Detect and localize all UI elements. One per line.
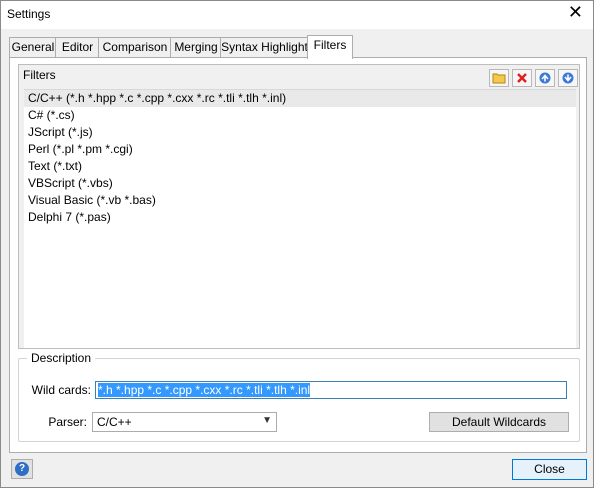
list-item[interactable]: C/C++ (*.h *.hpp *.c *.cpp *.cxx *.rc *.… — [24, 90, 576, 107]
move-down-button[interactable] — [558, 69, 578, 87]
filters-group-title: Filters — [23, 68, 56, 82]
wildcards-value: *.h *.hpp *.c *.cpp *.cxx *.rc *.tli *.t… — [98, 383, 311, 397]
tab-editor[interactable]: Editor — [55, 37, 100, 58]
tab-comparison[interactable]: Comparison — [98, 37, 172, 58]
list-item[interactable]: Text (*.txt) — [24, 158, 576, 175]
list-item[interactable]: JScript (*.js) — [24, 124, 576, 141]
title-bar: Settings ✕ — [1, 1, 593, 29]
parser-label: Parser: — [48, 415, 87, 429]
default-wildcards-button[interactable]: Default Wildcards — [429, 412, 569, 432]
wildcards-label: Wild cards: — [31, 383, 91, 397]
list-item[interactable]: Delphi 7 (*.pas) — [24, 209, 576, 226]
filters-list[interactable]: C/C++ (*.h *.hpp *.c *.cpp *.cxx *.rc *.… — [24, 89, 576, 348]
folder-icon — [492, 73, 506, 84]
list-item[interactable]: VBScript (*.vbs) — [24, 175, 576, 192]
filters-tab-panel: Filters C/C++ (*.h *.hpp *.c *.cpp *.cxx… — [9, 57, 587, 453]
description-title: Description — [27, 351, 96, 365]
list-item[interactable]: Perl (*.pl *.pm *.cgi) — [24, 141, 576, 158]
arrow-up-icon — [539, 72, 551, 84]
wildcards-input[interactable]: *.h *.hpp *.c *.cpp *.cxx *.rc *.tli *.t… — [95, 381, 567, 399]
delete-icon — [517, 73, 527, 83]
help-button[interactable]: ? — [11, 459, 33, 479]
tab-general[interactable]: General — [9, 37, 57, 58]
close-window-icon[interactable]: ✕ — [568, 4, 583, 22]
move-up-button[interactable] — [535, 69, 555, 87]
parser-value: C/C++ — [97, 415, 132, 429]
list-item[interactable]: C# (*.cs) — [24, 107, 576, 124]
help-icon: ? — [15, 462, 29, 476]
list-item[interactable]: Visual Basic (*.vb *.bas) — [24, 192, 576, 209]
parser-select[interactable]: C/C++ ▼ — [92, 412, 277, 432]
tab-syntax-highlight[interactable]: Syntax Highlight — [220, 37, 309, 58]
delete-filter-button[interactable] — [512, 69, 532, 87]
chevron-down-icon: ▼ — [262, 415, 272, 426]
add-filter-button[interactable] — [489, 69, 509, 87]
tab-filters[interactable]: Filters — [307, 35, 353, 59]
description-group: Description Wild cards: *.h *.hpp *.c *.… — [18, 351, 580, 442]
arrow-down-icon — [562, 72, 574, 84]
filters-group: Filters C/C++ (*.h *.hpp *.c *.cpp *.cxx… — [18, 64, 580, 349]
window-title: Settings — [7, 7, 51, 21]
tab-merging[interactable]: Merging — [170, 37, 222, 58]
close-button[interactable]: Close — [512, 459, 587, 480]
settings-window: Settings ✕ General Editor Comparison Mer… — [0, 0, 594, 488]
